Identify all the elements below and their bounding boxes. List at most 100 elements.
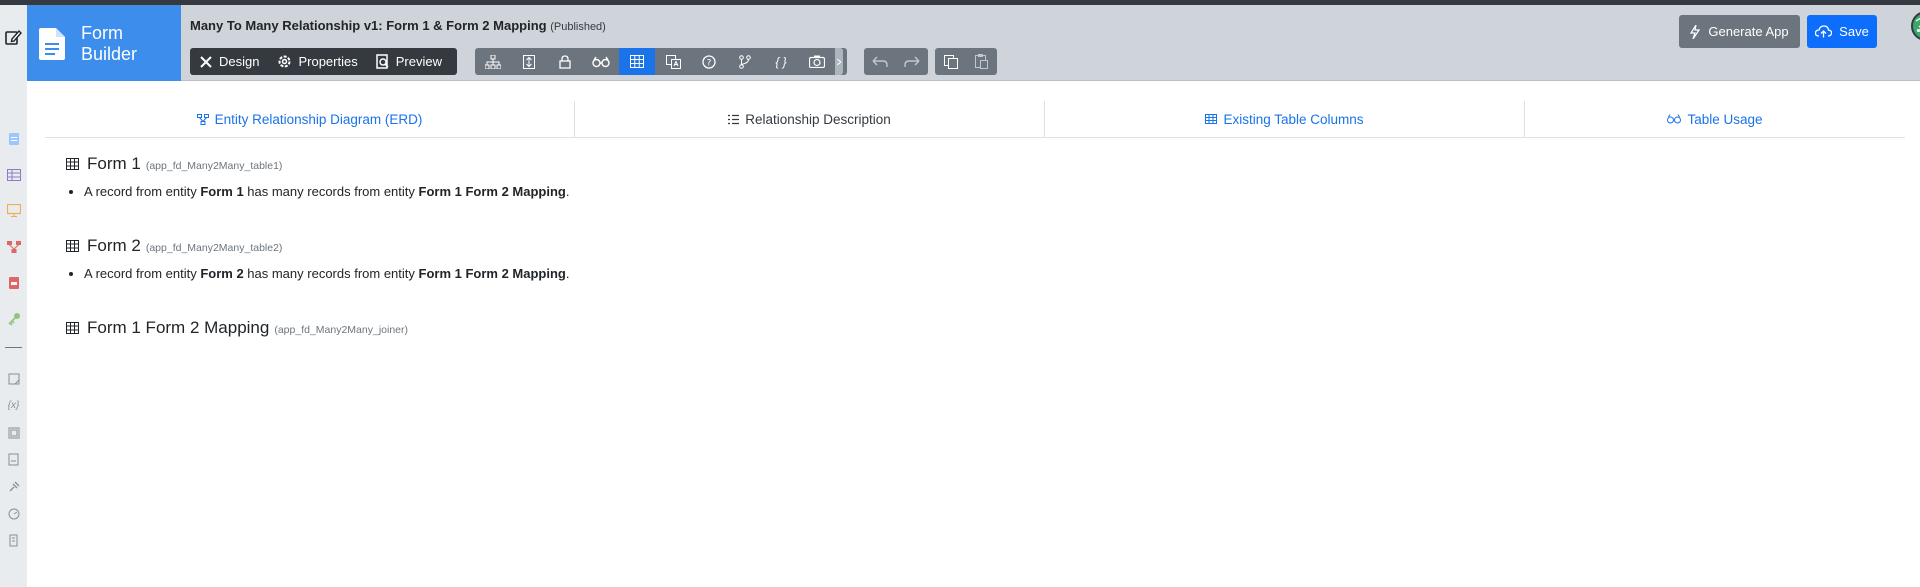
design-button[interactable]: Design: [190, 48, 268, 75]
camera-icon: [809, 55, 825, 68]
tools-button-group: ? { }: [475, 48, 847, 75]
relationship-text: A record from entity: [84, 266, 201, 281]
left-sidebar: {x}: [0, 5, 27, 587]
erd-icon: [196, 113, 209, 125]
tree-button[interactable]: [475, 48, 511, 75]
save-button[interactable]: Save: [1807, 15, 1877, 48]
translate-button[interactable]: [655, 48, 691, 75]
entity-heading: Form 1 Form 2 Mapping (app_fd_Many2Many_…: [66, 316, 1866, 340]
lock-icon: [559, 54, 571, 69]
sort-button[interactable]: [511, 48, 547, 75]
tab-table-usage[interactable]: Table Usage: [1525, 101, 1905, 137]
design-tools-icon: [200, 55, 212, 68]
braces-icon: { }: [775, 54, 787, 69]
screenshot-button[interactable]: [799, 48, 835, 75]
cloud-upload-icon: [1815, 25, 1833, 38]
permission-button[interactable]: [547, 48, 583, 75]
dataset-icon[interactable]: [6, 425, 21, 440]
relationship-list: A record from entity Form 1 has many rec…: [84, 182, 1866, 201]
form-title: Many To Many Relationship v1: Form 1 & F…: [190, 18, 547, 33]
history-button-group: [864, 48, 928, 75]
generate-app-button[interactable]: Generate App: [1679, 15, 1800, 48]
table-icon: [630, 55, 644, 68]
properties-button[interactable]: Properties: [268, 48, 366, 75]
entity-section: Form 2 (app_fd_Many2Many_table2) A recor…: [66, 234, 1866, 316]
relationship-text: has many records from entity: [243, 184, 419, 199]
sort-icon: [523, 54, 535, 69]
chevron-right-icon: [837, 58, 841, 65]
tab-relationship-description-label: Relationship Description: [745, 111, 891, 127]
flow-icon[interactable]: [6, 239, 21, 254]
brand-logo[interactable]: Form Builder: [27, 5, 181, 81]
variable-icon[interactable]: {x}: [6, 398, 21, 413]
svg-text:?: ?: [707, 58, 712, 68]
generate-app-label: Generate App: [1708, 24, 1789, 39]
code-button[interactable]: { }: [763, 48, 799, 75]
translate-icon: [665, 54, 681, 69]
usage-button[interactable]: [583, 48, 619, 75]
plugin-icon[interactable]: [6, 479, 21, 494]
dashboard-icon[interactable]: [6, 506, 21, 521]
note-icon[interactable]: [6, 371, 21, 386]
branch-button[interactable]: [727, 48, 763, 75]
undo-icon: [872, 56, 888, 67]
relationship-text: .: [565, 266, 570, 281]
tab-erd-label: Entity Relationship Diagram (ERD): [214, 111, 423, 127]
entity-heading: Form 1 (app_fd_Many2Many_table1): [66, 152, 1866, 176]
clipboard-button-group: [935, 48, 997, 75]
relationship-item: A record from entity Form 1 has many rec…: [84, 182, 1866, 201]
edit-icon[interactable]: [3, 27, 23, 47]
relationship-source-entity: Form 2: [200, 266, 244, 281]
entity-name: Form 1: [87, 154, 141, 173]
save-label: Save: [1839, 24, 1869, 39]
preview-icon: [375, 54, 389, 69]
properties-label: Properties: [298, 54, 358, 69]
relationship-text: has many records from entity: [243, 266, 419, 281]
entity-section: Form 1 Form 2 Mapping (app_fd_Many2Many_…: [66, 316, 1866, 398]
tab-relationship-description[interactable]: Relationship Description: [575, 101, 1045, 137]
page-title: Many To Many Relationship v1: Form 1 & F…: [190, 18, 606, 33]
tab-existing-table-columns[interactable]: Existing Table Columns: [1045, 101, 1525, 137]
table-icon: [66, 240, 79, 252]
relationship-description-panel: Form 1 (app_fd_Many2Many_table1) A recor…: [66, 152, 1866, 398]
relationship-target-entity: Form 1 Form 2 Mapping: [418, 266, 566, 281]
table-icon: [66, 322, 79, 334]
document-icon[interactable]: [6, 452, 21, 467]
tab-table-usage-label: Table Usage: [1687, 111, 1763, 127]
entity-table-name: (app_fd_Many2Many_table1): [145, 159, 283, 172]
document-icon: [39, 28, 65, 60]
key-icon[interactable]: [6, 311, 21, 326]
entity-table-name: (app_fd_Many2Many_table2): [145, 241, 283, 254]
relationship-source-entity: Form 1: [200, 184, 244, 199]
tab-erd[interactable]: Entity Relationship Diagram (ERD): [45, 101, 575, 137]
entity-name: Form 1 Form 2 Mapping: [87, 318, 270, 337]
monitor-icon[interactable]: [6, 203, 21, 218]
paste-button[interactable]: [966, 48, 997, 75]
preview-button[interactable]: Preview: [367, 48, 451, 75]
help-button[interactable]: ?: [691, 48, 727, 75]
undo-button[interactable]: [864, 48, 896, 75]
help-icon: ?: [702, 54, 716, 69]
avatar[interactable]: [1911, 11, 1920, 41]
brand-line1: Form: [81, 23, 123, 43]
mode-button-group: Design Properties Preview: [190, 48, 457, 75]
redo-icon: [904, 56, 920, 67]
pdf-icon[interactable]: [6, 275, 21, 290]
toolbar-scroll-handle[interactable]: [835, 48, 843, 75]
copy-icon: [943, 54, 958, 69]
file-icon[interactable]: [6, 131, 21, 146]
binoculars-icon: [592, 56, 610, 67]
sidebar-divider: [5, 347, 22, 348]
table-icon[interactable]: [6, 167, 21, 182]
script-icon[interactable]: [6, 533, 21, 548]
sitemap-icon: [485, 54, 501, 69]
table-button[interactable]: [619, 48, 655, 75]
copy-button[interactable]: [935, 48, 966, 75]
entity-name: Form 2: [87, 236, 141, 255]
table-icon: [1205, 114, 1218, 124]
preview-label: Preview: [395, 54, 442, 69]
entity-heading: Form 2 (app_fd_Many2Many_table2): [66, 234, 1866, 258]
list-icon: [728, 114, 740, 124]
redo-button[interactable]: [896, 48, 928, 75]
brand-title: Form Builder: [81, 23, 137, 65]
